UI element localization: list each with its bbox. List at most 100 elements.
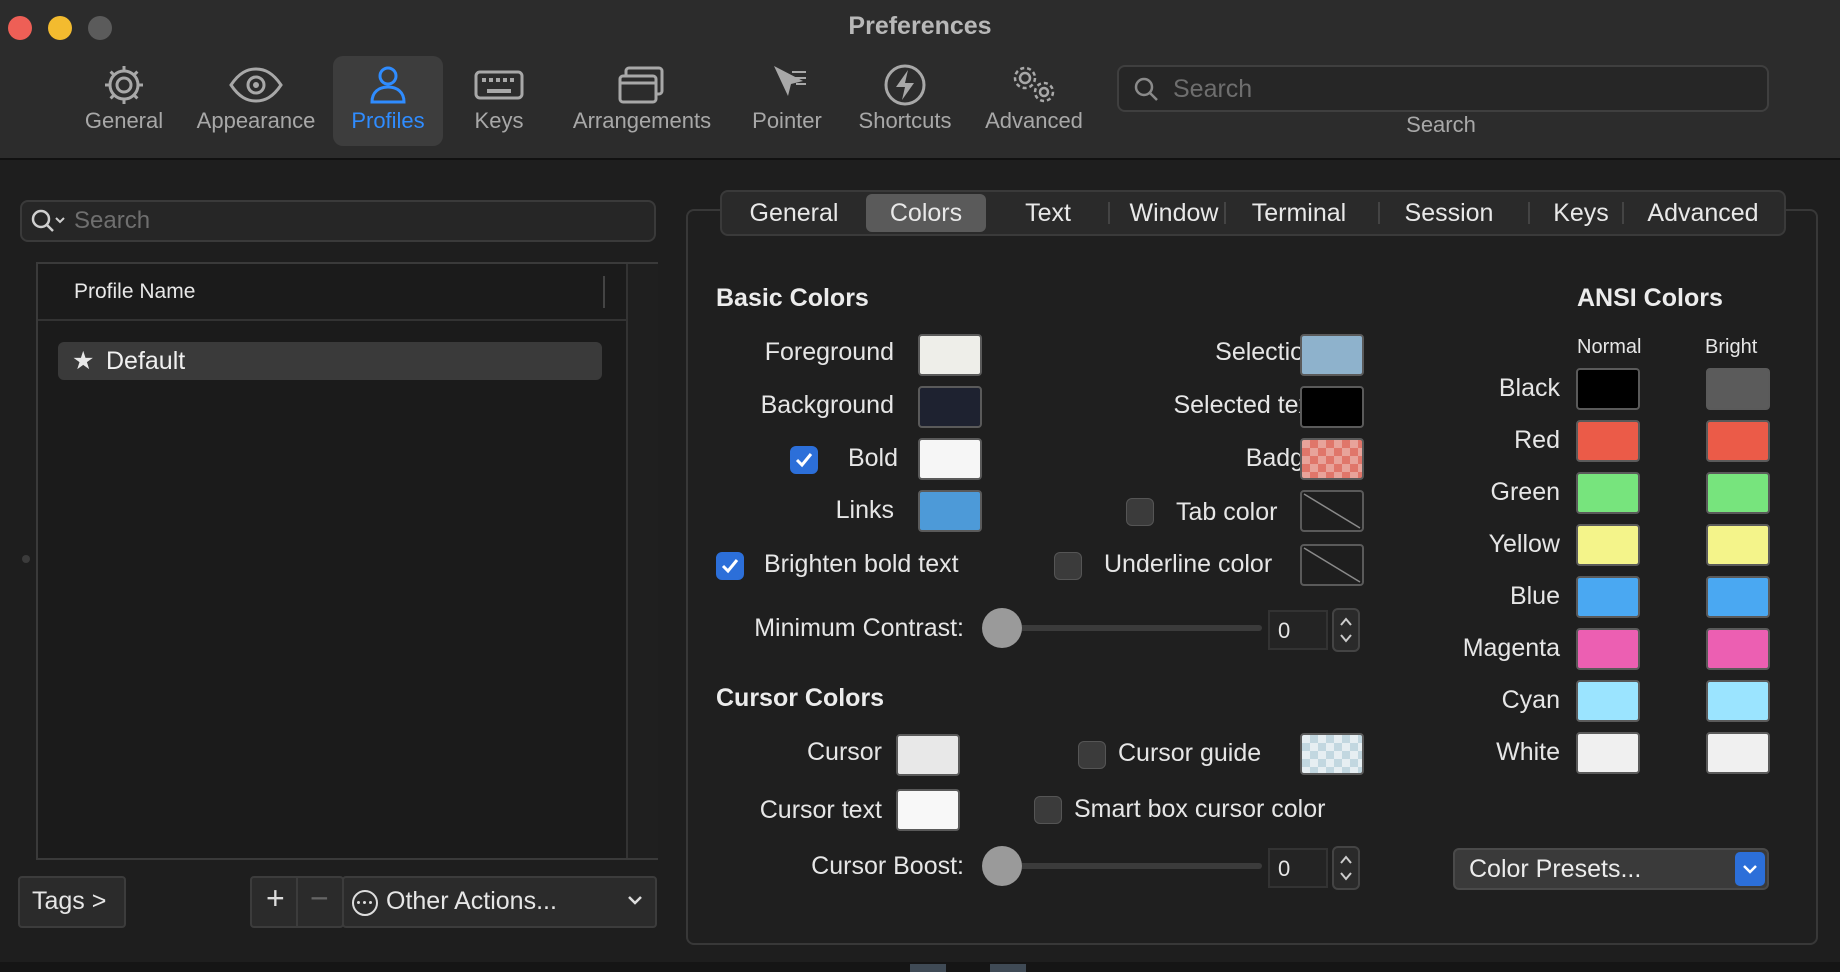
remove-profile-button[interactable]: −	[310, 880, 329, 917]
bold-checkbox[interactable]	[790, 446, 818, 474]
tab-colors[interactable]: Colors	[866, 194, 986, 232]
other-actions-button[interactable]: Other Actions...	[342, 876, 657, 928]
toolbar-advanced[interactable]: Advanced	[980, 56, 1088, 146]
split-handle[interactable]	[22, 555, 30, 563]
tab-session[interactable]: Session	[1382, 192, 1516, 234]
cursor-boost-field[interactable]: 0	[1268, 848, 1328, 888]
toolbar-appearance[interactable]: Appearance	[190, 56, 322, 146]
smart-box-checkbox[interactable]	[1034, 796, 1062, 824]
links-color-well[interactable]	[918, 490, 982, 532]
profile-list-header[interactable]: Profile Name	[38, 264, 626, 321]
ansi-cyan-normal-well[interactable]	[1576, 680, 1640, 722]
ansi-green-normal-well[interactable]	[1576, 472, 1640, 514]
person-icon	[333, 62, 443, 108]
tab-keys[interactable]: Keys	[1532, 192, 1630, 234]
cursor-boost-knob[interactable]	[982, 846, 1022, 886]
profile-row-default[interactable]: ★ Default	[58, 342, 602, 380]
pointer-icon	[740, 62, 834, 108]
windows-icon	[562, 62, 722, 108]
ansi-magenta-normal-well[interactable]	[1576, 628, 1640, 670]
toolbar-general[interactable]: General	[72, 56, 176, 146]
ansi-cyan-bright-well[interactable]	[1706, 680, 1770, 722]
brighten-bold-checkbox[interactable]	[716, 552, 744, 580]
tab-color-well[interactable]	[1300, 490, 1364, 532]
tab-advanced[interactable]: Advanced	[1628, 192, 1778, 234]
ansi-red-bright-well[interactable]	[1706, 420, 1770, 462]
badge-color-well[interactable]	[1300, 438, 1364, 480]
foreground-color-well[interactable]	[918, 334, 982, 376]
minimum-contrast-field[interactable]: 0	[1268, 610, 1328, 650]
links-label: Links	[835, 496, 894, 524]
background-color-well[interactable]	[918, 386, 982, 428]
ansi-red-normal-well[interactable]	[1576, 420, 1640, 462]
basic-colors-heading: Basic Colors	[716, 284, 869, 312]
ansi-colors-heading: ANSI Colors	[1577, 284, 1723, 312]
selected-text-color-well[interactable]	[1300, 386, 1364, 428]
brighten-bold-label: Brighten bold text	[764, 550, 959, 578]
cursor-text-color-well[interactable]	[896, 789, 960, 831]
ansi-blue-bright-well[interactable]	[1706, 576, 1770, 618]
bold-color-well[interactable]	[918, 438, 982, 480]
ansi-black-bright-well[interactable]	[1706, 368, 1770, 410]
color-presets-dropdown[interactable]: Color Presets...	[1453, 848, 1769, 890]
minimum-contrast-stepper[interactable]	[1332, 608, 1360, 652]
underline-color-checkbox[interactable]	[1054, 552, 1082, 580]
toolbar-search-label: Search	[1406, 112, 1476, 137]
badge-label: Badge	[1245, 444, 1318, 472]
ansi-black-normal-well[interactable]	[1576, 368, 1640, 410]
ansi-green-bright-well[interactable]	[1706, 472, 1770, 514]
underline-color-well[interactable]	[1300, 544, 1364, 586]
cursor-guide-color-well[interactable]	[1300, 733, 1364, 775]
cursor-label: Cursor	[806, 738, 882, 766]
selected-text-label: Selected text	[1173, 391, 1318, 419]
star-icon: ★	[72, 347, 95, 375]
tab-window[interactable]: Window	[1112, 192, 1236, 234]
tab-color-label: Tab color	[1176, 498, 1278, 526]
smart-box-label: Smart box cursor color	[1074, 795, 1326, 823]
tab-text[interactable]: Text	[998, 192, 1098, 234]
bold-label: Bold	[847, 444, 898, 472]
tab-color-checkbox[interactable]	[1126, 498, 1154, 526]
ansi-green-label: Green	[1490, 478, 1560, 506]
profile-name-column-header: Profile Name	[74, 280, 196, 303]
bottom-edge	[0, 962, 1840, 972]
ansi-magenta-bright-well[interactable]	[1706, 628, 1770, 670]
ansi-yellow-normal-well[interactable]	[1576, 524, 1640, 566]
ansi-white-bright-well[interactable]	[1706, 732, 1770, 774]
ansi-bright-header: Bright	[1705, 336, 1758, 358]
ansi-blue-normal-well[interactable]	[1576, 576, 1640, 618]
ansi-blue-label: Blue	[1509, 582, 1560, 610]
window-title: Preferences	[848, 12, 992, 40]
add-remove-profile-buttons: + −	[250, 876, 344, 928]
tab-general[interactable]: General	[734, 192, 854, 234]
cursor-guide-checkbox[interactable]	[1078, 741, 1106, 769]
minimum-contrast-slider[interactable]	[1000, 625, 1262, 631]
column-divider	[603, 276, 605, 308]
ansi-yellow-bright-well[interactable]	[1706, 524, 1770, 566]
toolbar-profiles[interactable]: Profiles	[333, 56, 443, 146]
toolbar-search-input[interactable]: Search	[1117, 65, 1769, 112]
search-icon	[1133, 76, 1159, 107]
toolbar-shortcuts[interactable]: Shortcuts	[852, 56, 958, 146]
cursor-colors-heading: Cursor Colors	[716, 684, 885, 712]
toolbar-keys[interactable]: Keys	[455, 56, 543, 146]
ansi-black-label: Black	[1498, 374, 1560, 402]
preferences-window: Preferences General Appearance Profiles …	[0, 0, 1840, 972]
tags-button[interactable]: Tags >	[18, 876, 126, 928]
toolbar-pointer[interactable]: Pointer	[740, 56, 834, 146]
add-profile-button[interactable]: +	[266, 880, 285, 917]
ansi-white-normal-well[interactable]	[1576, 732, 1640, 774]
foreground-label: Foreground	[764, 338, 894, 366]
profile-list-scrollbar[interactable]	[626, 264, 658, 858]
chevron-down-icon	[1735, 852, 1765, 886]
ansi-white-label: White	[1496, 738, 1560, 766]
toolbar-arrangements[interactable]: Arrangements	[562, 56, 722, 146]
search-menu-icon	[30, 208, 68, 239]
cursor-color-well[interactable]	[896, 734, 960, 776]
selection-color-well[interactable]	[1300, 334, 1364, 376]
profile-search-input[interactable]: Search	[20, 200, 656, 242]
cursor-boost-stepper[interactable]	[1332, 846, 1360, 890]
cursor-boost-slider[interactable]	[1000, 863, 1262, 869]
tab-terminal[interactable]: Terminal	[1228, 192, 1370, 234]
minimum-contrast-knob[interactable]	[982, 608, 1022, 648]
